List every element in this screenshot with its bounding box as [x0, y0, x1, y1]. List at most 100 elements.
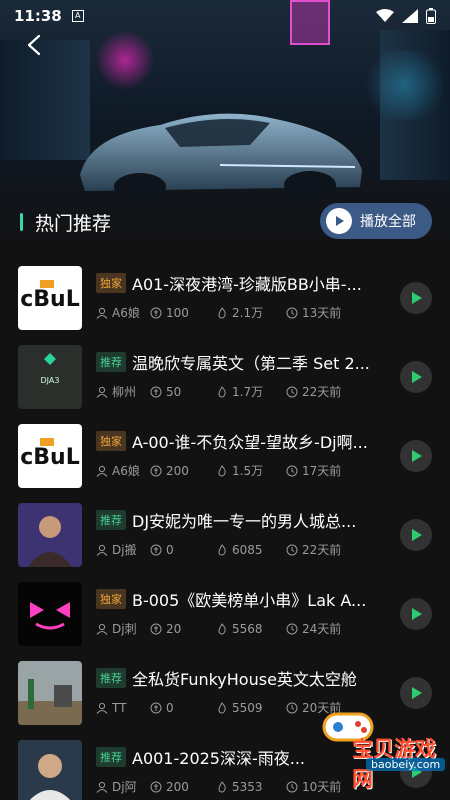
item-play-button[interactable] [400, 361, 432, 393]
list-item[interactable]: cBuL 独家 A-00-谁-不负众望-望故乡-Dj啊... A6娘 200 1.5万 17… [0, 420, 450, 499]
section-accent-bar [20, 213, 23, 231]
item-meta-row: A6娘 200 1.5万 17天前 [96, 462, 396, 479]
meta-user: 柳州 [96, 383, 150, 400]
clock-icon [286, 781, 298, 792]
meta-coins: 100 [150, 306, 216, 320]
play-icon [412, 529, 422, 541]
cover-image [18, 661, 82, 725]
meta-time: 22天前 [286, 383, 341, 400]
item-title-row: 独家 A01-深夜港湾-珍藏版BB小串-... [96, 270, 396, 296]
cover-image: cBuL [18, 266, 82, 330]
item-play-button[interactable] [400, 282, 432, 314]
user-icon [96, 465, 108, 477]
item-meta-row: Dj搬 0 6085 22天前 [96, 541, 396, 558]
meta-coins: 0 [150, 701, 216, 715]
upload-time: 24天前 [302, 622, 342, 636]
status-bar: 11:38 A [0, 0, 450, 32]
item-info: 独家 A-00-谁-不负众望-望故乡-Dj啊... A6娘 200 1.5万 17天前 [96, 428, 396, 479]
play-icon [412, 608, 422, 620]
item-play-button[interactable] [400, 440, 432, 472]
play-icon [412, 292, 422, 304]
item-title-row: 推荐 温晚欣专属英文（第二季 Set 2... [96, 349, 396, 375]
user-name: A6娘 [112, 464, 140, 478]
hot-recommend-header: 热门推荐 播放全部 [0, 200, 450, 244]
notification-a-icon: A [71, 10, 84, 22]
coin-icon [150, 544, 162, 555]
meta-coins: 0 [150, 543, 216, 557]
fire-icon [218, 385, 226, 398]
cover-image [18, 740, 82, 800]
upload-time: 13天前 [302, 306, 342, 320]
item-tag: 独家 [96, 431, 126, 451]
meta-plays: 1.5万 [216, 462, 286, 479]
item-title-row: 独家 A-00-谁-不负众望-望故乡-Dj啊... [96, 428, 396, 454]
meta-plays: 5568 [216, 622, 286, 636]
list-item[interactable]: 独家 B-005《欧美榜单小串》Lak A... Dj刺 20 5568 24天前 [0, 578, 450, 657]
user-name: Dj阿 [112, 780, 137, 794]
meta-time: 24天前 [286, 620, 341, 637]
watermark-url: baobeiy.com [366, 758, 446, 771]
coin-count: 50 [166, 384, 182, 399]
meta-time: 10天前 [286, 778, 341, 795]
user-name: Dj刺 [112, 622, 137, 636]
clock-icon [286, 386, 298, 397]
fire-icon [218, 622, 226, 635]
meta-coins: 200 [150, 464, 216, 478]
play-count: 1.7万 [232, 385, 264, 399]
item-title-row: 推荐 全私货FunkyHouse英文太空舱 [96, 665, 396, 691]
coin-count: 20 [166, 621, 182, 636]
clock-icon [286, 623, 298, 634]
list-item[interactable]: cBuL 独家 A01-深夜港湾-珍藏版BB小串-... A6娘 100 2.1万 13天前 [0, 262, 450, 341]
meta-user: TT [96, 701, 150, 715]
user-icon [96, 386, 108, 398]
coin-icon [150, 623, 162, 634]
neon-light-blue [360, 50, 450, 120]
item-play-button[interactable] [400, 598, 432, 630]
item-play-button[interactable] [400, 519, 432, 551]
user-name: 柳州 [112, 385, 137, 399]
meta-plays: 5353 [216, 780, 286, 794]
coin-icon [150, 386, 162, 397]
user-icon [96, 623, 108, 635]
play-count: 5568 [232, 621, 263, 636]
item-meta-row: A6娘 100 2.1万 13天前 [96, 304, 396, 321]
cover-image: cBuL [18, 424, 82, 488]
coin-count: 0 [166, 542, 174, 557]
back-arrow-icon[interactable] [24, 34, 46, 56]
meta-user: A6娘 [96, 462, 150, 479]
item-tag: 推荐 [96, 668, 126, 688]
upload-time: 10天前 [302, 780, 342, 794]
meta-time: 22天前 [286, 541, 341, 558]
item-title: A001-2025深深-雨夜... [132, 749, 306, 768]
meta-time: 17天前 [286, 462, 341, 479]
item-tag: 推荐 [96, 510, 126, 530]
svg-text:DJA3: DJA3 [41, 376, 60, 385]
coin-count: 100 [166, 305, 189, 320]
item-info: 推荐 DJ安妮为唯一专一的男人城总... Dj搬 0 6085 22天前 [96, 507, 396, 558]
item-info: 独家 A01-深夜港湾-珍藏版BB小串-... A6娘 100 2.1万 13天前 [96, 270, 396, 321]
item-title: 温晚欣专属英文（第二季 Set 2... [132, 354, 370, 373]
item-info: 独家 B-005《欧美榜单小串》Lak A... Dj刺 20 5568 24天前 [96, 586, 396, 637]
coin-icon [150, 781, 162, 792]
meta-user: Dj刺 [96, 620, 150, 637]
list-item[interactable]: DJA3 推荐 温晚欣专属英文（第二季 Set 2... 柳州 50 1.7万 22天前 [0, 341, 450, 420]
neon-light-pink [95, 30, 155, 90]
item-meta-row: 柳州 50 1.7万 22天前 [96, 383, 396, 400]
fire-icon [218, 543, 226, 556]
meta-user: Dj阿 [96, 778, 150, 795]
item-tag: 独家 [96, 589, 126, 609]
play-count: 2.1万 [232, 306, 264, 320]
user-name: A6娘 [112, 306, 140, 320]
clock-icon [286, 307, 298, 318]
signal-icon [402, 9, 418, 23]
clock-icon [286, 702, 298, 713]
item-title: 全私货FunkyHouse英文太空舱 [132, 670, 357, 689]
play-icon [412, 371, 422, 383]
battery-icon [426, 8, 436, 24]
meta-coins: 50 [150, 385, 216, 399]
fire-icon [218, 780, 226, 793]
play-all-button[interactable]: 播放全部 [320, 203, 432, 239]
item-tag: 推荐 [96, 747, 126, 767]
list-item[interactable]: 推荐 DJ安妮为唯一专一的男人城总... Dj搬 0 6085 22天前 [0, 499, 450, 578]
sports-car-image [80, 113, 362, 201]
